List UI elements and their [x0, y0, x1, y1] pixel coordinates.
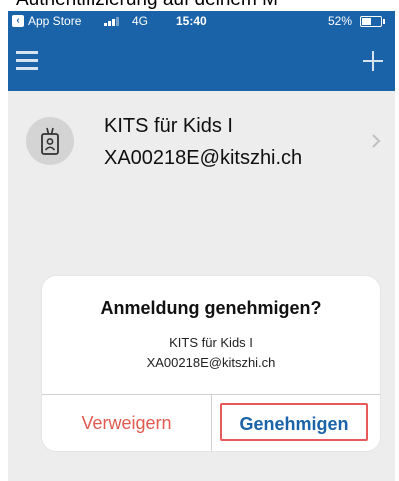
- back-app-label[interactable]: App Store: [28, 14, 81, 28]
- battery-icon: [360, 16, 385, 27]
- plus-icon[interactable]: [361, 49, 385, 73]
- signal-icon: [104, 16, 122, 26]
- approve-button[interactable]: Genehmigen: [220, 403, 368, 441]
- dialog-account-name: KITS für Kids I: [169, 335, 253, 350]
- status-bar: ‹ App Store 4G 15:40 52%: [8, 11, 395, 31]
- caption-text: Authentifizierung auf deinem M: [0, 0, 399, 11]
- network-label: 4G: [132, 14, 149, 28]
- clock: 15:40: [176, 14, 207, 28]
- hamburger-icon[interactable]: [16, 51, 42, 71]
- approve-sign-in-dialog: Anmeldung genehmigen? KITS für Kids I XA…: [42, 276, 380, 451]
- back-arrow-icon[interactable]: ‹: [12, 15, 24, 27]
- deny-button[interactable]: Verweigern: [42, 395, 211, 451]
- top-nav-bar: [8, 31, 395, 91]
- dialog-title: Anmeldung genehmigen?: [100, 298, 322, 318]
- dialog-account-email: XA00218E@kitszhi.ch: [146, 355, 276, 370]
- dialog-button-divider: [211, 394, 212, 451]
- battery-percent: 52%: [328, 14, 353, 28]
- phone-screen: ‹ App Store 4G 15:40 52% KITS für Kids I…: [8, 11, 395, 481]
